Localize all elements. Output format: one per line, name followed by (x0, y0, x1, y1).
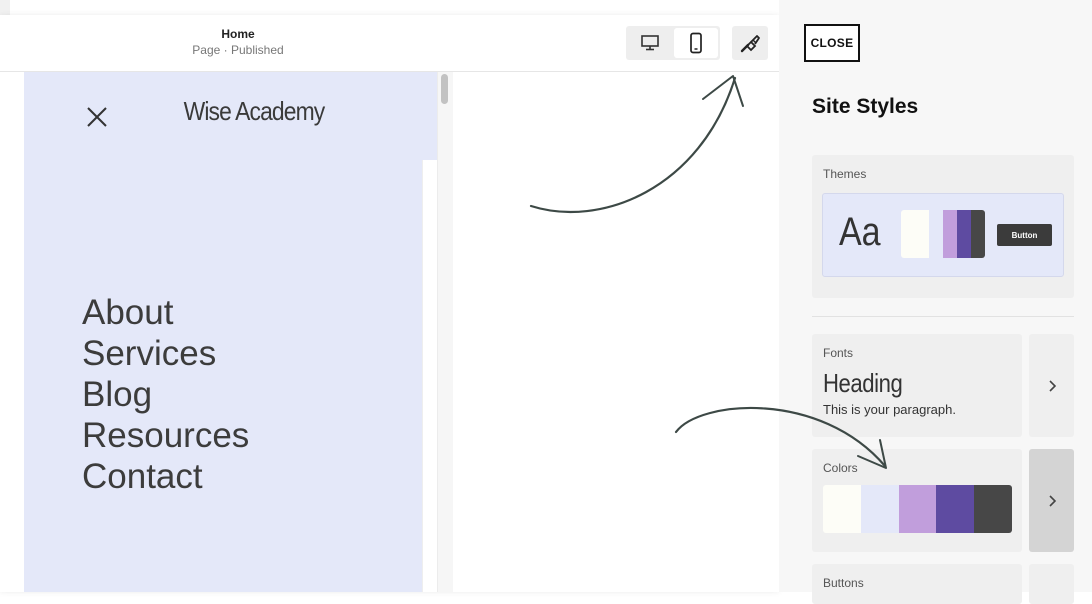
mobile-preview-area: Wise Academy About Services Blog Resourc… (0, 72, 779, 592)
site-styles-button[interactable] (732, 26, 768, 60)
theme-font-sample: Aa (839, 210, 881, 254)
themes-card[interactable]: Themes Aa Button (812, 155, 1074, 298)
color-swatch (860, 485, 899, 533)
preview-scrollbar-track[interactable] (437, 72, 453, 592)
color-swatch (898, 485, 937, 533)
fonts-expand-button[interactable] (1029, 334, 1074, 437)
desktop-icon (641, 35, 659, 51)
mobile-nav-menu: About Services Blog Resources Contact (82, 292, 249, 497)
device-toggle (626, 26, 720, 60)
fonts-heading-sample: Heading (823, 368, 903, 398)
themes-label: Themes (823, 167, 867, 181)
buttons-label: Buttons (823, 576, 864, 590)
page-status: Page · Published (192, 43, 284, 57)
fonts-label: Fonts (823, 346, 854, 360)
fonts-paragraph-sample: This is your paragraph. (823, 402, 956, 417)
chevron-right-icon (1048, 379, 1056, 392)
nav-item-blog[interactable]: Blog (82, 374, 249, 415)
nav-item-contact[interactable]: Contact (82, 456, 249, 497)
preview-inner-edge (422, 160, 437, 592)
mobile-icon (690, 32, 702, 54)
nav-item-resources[interactable]: Resources (82, 415, 249, 456)
site-styles-panel: CLOSE Site Styles Themes Aa Button Fonts… (779, 0, 1092, 604)
mobile-view-button[interactable] (674, 28, 718, 58)
colors-label: Colors (823, 461, 858, 475)
colors-card[interactable]: Colors (812, 449, 1022, 552)
panel-title: Site Styles (812, 95, 919, 118)
chevron-right-icon (1048, 494, 1056, 507)
theme-swatch (957, 210, 971, 258)
close-button[interactable]: CLOSE (804, 24, 860, 62)
theme-preview[interactable]: Aa Button (822, 193, 1064, 277)
panel-divider (812, 316, 1074, 317)
theme-swatch (971, 210, 985, 258)
fonts-card[interactable]: Fonts Heading This is your paragraph. (812, 334, 1022, 437)
page-editor: Home Page · Published Wise Academy About… (0, 15, 779, 592)
theme-swatches (901, 210, 985, 258)
mobile-preview: Wise Academy About Services Blog Resourc… (24, 72, 437, 592)
theme-button-sample: Button (997, 224, 1052, 246)
color-swatch (823, 485, 861, 533)
colors-expand-button[interactable] (1029, 449, 1074, 552)
nav-item-about[interactable]: About (82, 292, 249, 333)
nav-item-services[interactable]: Services (82, 333, 249, 374)
theme-swatch (943, 210, 957, 258)
color-swatch (936, 485, 975, 533)
page-title: Home (221, 27, 255, 41)
desktop-view-button[interactable] (628, 28, 672, 58)
close-icon[interactable] (82, 102, 112, 132)
theme-swatch (901, 210, 929, 258)
buttons-card[interactable]: Buttons (812, 564, 1022, 604)
buttons-expand-button[interactable] (1029, 564, 1074, 604)
color-palette (823, 485, 1012, 533)
paintbrush-icon (740, 35, 760, 53)
preview-scrollbar-thumb[interactable] (441, 74, 448, 104)
color-swatch (974, 485, 1012, 533)
theme-swatch (929, 210, 943, 258)
editor-toolbar: Home Page · Published (0, 15, 779, 72)
site-name[interactable]: Wise Academy (166, 96, 342, 127)
